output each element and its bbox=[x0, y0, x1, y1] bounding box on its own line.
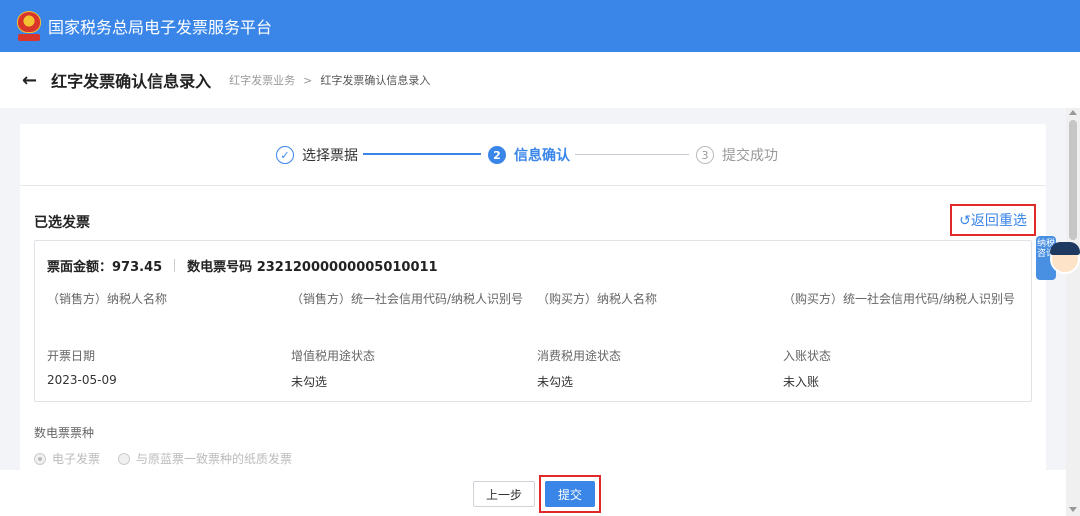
main-card: ✓ 选择票据 2 信息确认 3 提交成功 已选发票 ↺返回重选 票面金额：973… bbox=[20, 124, 1046, 470]
divider bbox=[174, 259, 176, 272]
entry-status-label: 入账状态 bbox=[783, 349, 832, 363]
footer-actions: 上一步 提交 bbox=[0, 470, 1066, 516]
seller-tax-id-label: （销售方）统一社会信用代码/纳税人识别号 bbox=[291, 292, 524, 306]
consumption-tax-usage-label: 消费税用途状态 bbox=[537, 349, 622, 363]
breadcrumb-separator: > bbox=[303, 73, 313, 87]
breadcrumb-item-current: 红字发票确认信息录入 bbox=[320, 74, 431, 87]
vat-usage-value: 未勾选 bbox=[291, 375, 328, 389]
vertical-scrollbar[interactable] bbox=[1066, 108, 1080, 516]
radio-label: 电子发票 bbox=[52, 452, 101, 466]
step-number: 2 bbox=[488, 146, 506, 164]
step-connector bbox=[575, 154, 689, 155]
check-icon: ✓ bbox=[276, 146, 294, 164]
step-submit-success: 3 提交成功 bbox=[696, 145, 778, 165]
back-arrow-icon[interactable]: ← bbox=[22, 70, 37, 91]
scroll-thumb[interactable] bbox=[1069, 120, 1077, 240]
buyer-name-label: （购买方）纳税人名称 bbox=[537, 292, 658, 306]
assistant-hair bbox=[1050, 242, 1080, 255]
radio-unselected-icon[interactable] bbox=[118, 452, 131, 465]
step-number: 3 bbox=[696, 146, 714, 164]
issue-date-value: 2023-05-09 bbox=[47, 373, 117, 387]
step-confirm-info: 2 信息确认 bbox=[488, 145, 570, 165]
page-title: 红字发票确认信息录入 bbox=[51, 72, 212, 91]
tax-emblem-icon bbox=[16, 11, 42, 41]
radio-option-electronic[interactable]: 电子发票 bbox=[34, 450, 100, 467]
step-label: 信息确认 bbox=[514, 148, 570, 164]
entry-status-value: 未入账 bbox=[783, 375, 820, 389]
step-label: 选择票据 bbox=[302, 148, 358, 164]
invoice-summary: 票面金额：973.45 数电票号码 23212000000005010011 bbox=[47, 256, 438, 275]
step-label: 提交成功 bbox=[722, 148, 778, 164]
radio-option-paper[interactable]: 与原蓝票一致票种的纸质发票 bbox=[118, 450, 292, 467]
issue-date-label: 开票日期 bbox=[47, 349, 96, 363]
scroll-down-icon[interactable] bbox=[1069, 507, 1077, 512]
radio-selected-icon[interactable] bbox=[34, 452, 46, 465]
vat-usage-label: 增值税用途状态 bbox=[291, 349, 376, 363]
invoice-number: 数电票号码 23212000000005010011 bbox=[187, 260, 438, 275]
app-title: 国家税务总局电子发票服务平台 bbox=[48, 18, 273, 37]
submit-button[interactable]: 提交 bbox=[545, 481, 595, 507]
page-header: ← 红字发票确认信息录入 红字发票业务 > 红字发票确认信息录入 bbox=[0, 52, 1080, 108]
radio-label: 与原蓝票一致票种的纸质发票 bbox=[136, 452, 293, 466]
tax-assistant-widget[interactable]: 纳税咨询 bbox=[1036, 232, 1080, 282]
seller-name-label: （销售方）纳税人名称 bbox=[47, 292, 168, 306]
breadcrumb-item-red-invoice[interactable]: 红字发票业务 bbox=[229, 72, 295, 88]
step-connector bbox=[363, 153, 481, 155]
step-select-invoice: ✓ 选择票据 bbox=[276, 145, 358, 165]
invoice-kind-title: 数电票票种 bbox=[34, 426, 95, 440]
consumption-tax-usage-value: 未勾选 bbox=[537, 375, 574, 389]
prev-step-button[interactable]: 上一步 bbox=[473, 481, 535, 507]
step-indicator: ✓ 选择票据 2 信息确认 3 提交成功 bbox=[20, 124, 1046, 186]
reselect-button[interactable]: ↺返回重选 bbox=[950, 204, 1036, 236]
invoice-info-box: 票面金额：973.45 数电票号码 23212000000005010011 （… bbox=[34, 240, 1032, 402]
section-title: 已选发票 bbox=[34, 215, 90, 231]
submit-highlight: 提交 bbox=[539, 475, 601, 513]
invoice-amount: 票面金额：973.45 bbox=[47, 260, 163, 275]
scroll-up-icon[interactable] bbox=[1069, 110, 1077, 115]
invoice-kind-radio-group: 电子发票 与原蓝票一致票种的纸质发票 bbox=[34, 450, 310, 467]
buyer-tax-id-label: （购买方）统一社会信用代码/纳税人识别号 bbox=[783, 292, 1016, 306]
top-bar: 国家税务总局电子发票服务平台 bbox=[0, 0, 1080, 52]
